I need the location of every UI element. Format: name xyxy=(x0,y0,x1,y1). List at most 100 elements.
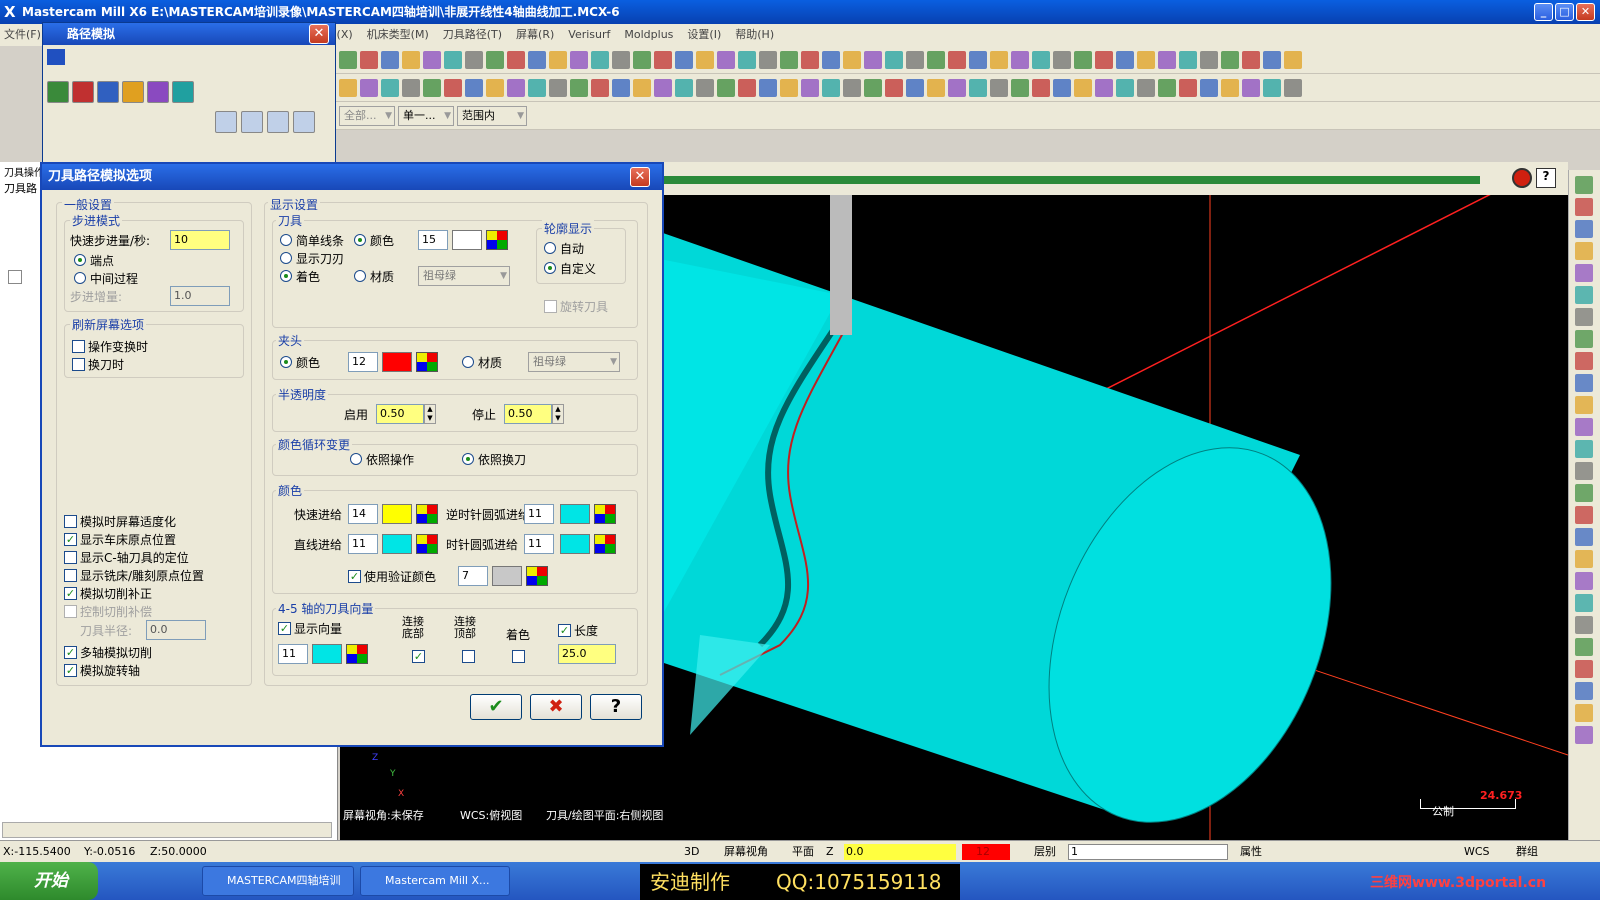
toolbar-2-tool-icon[interactable] xyxy=(1158,78,1176,97)
toolbar-1-tool-icon[interactable] xyxy=(843,50,861,69)
menu-item-13[interactable]: 帮助(H) xyxy=(735,28,774,41)
rapid-palette-icon[interactable] xyxy=(416,504,438,524)
conn-top-checkbox[interactable] xyxy=(462,650,475,663)
z-value-field[interactable]: 0.0 xyxy=(844,844,956,860)
toolbar-1-tool-icon[interactable] xyxy=(801,50,819,69)
right-tool-icon[interactable] xyxy=(1575,176,1593,194)
range-dropdown[interactable]: 范围内 xyxy=(457,105,527,126)
cw-color-swatch[interactable] xyxy=(560,534,590,554)
toolbar-1-tool-icon[interactable] xyxy=(1200,50,1218,69)
toolbar-2-tool-icon[interactable] xyxy=(696,78,714,97)
op-change-checkbox[interactable] xyxy=(72,340,85,353)
layer-field[interactable]: 1 xyxy=(1068,844,1228,860)
menu-item-0[interactable]: 文件(F) xyxy=(4,28,41,41)
show-vector-checkbox[interactable]: ✓ xyxy=(278,622,291,635)
toolbar-1-tool-icon[interactable] xyxy=(1095,50,1113,69)
sim-option-icon[interactable] xyxy=(72,81,94,103)
task-mastercam[interactable]: Mastercam Mill X... xyxy=(360,866,510,896)
toolbar-2-tool-icon[interactable] xyxy=(1095,78,1113,97)
toolbar-1-tool-icon[interactable] xyxy=(1179,50,1197,69)
toolbar-1-tool-icon[interactable] xyxy=(675,50,693,69)
toolpath-tab[interactable]: 刀具路 xyxy=(4,180,37,196)
length-checkbox[interactable]: ✓ xyxy=(558,624,571,637)
toolbar-1-tool-icon[interactable] xyxy=(633,50,651,69)
cancel-button[interactable]: ✖ xyxy=(530,694,582,720)
toolbar-1-tool-icon[interactable] xyxy=(927,50,945,69)
fit-screen-checkbox[interactable] xyxy=(64,515,77,528)
toolbar-2-tool-icon[interactable] xyxy=(885,78,903,97)
toolbar-1-tool-icon[interactable] xyxy=(780,50,798,69)
right-tool-icon[interactable] xyxy=(1575,198,1593,216)
verify-color-num[interactable]: 7 xyxy=(458,566,488,586)
toolbar-2-tool-icon[interactable] xyxy=(1221,78,1239,97)
cw-palette-icon[interactable] xyxy=(594,534,616,554)
select-single-dropdown[interactable]: 单一... xyxy=(398,105,454,126)
right-tool-icon[interactable] xyxy=(1575,220,1593,238)
vector-color-num[interactable]: 11 xyxy=(278,644,308,664)
toolbar-1-tool-icon[interactable] xyxy=(1263,50,1281,69)
right-tool-icon[interactable] xyxy=(1575,330,1593,348)
right-tool-icon[interactable] xyxy=(1575,638,1593,656)
toolbar-2-tool-icon[interactable] xyxy=(927,78,945,97)
toolbar-1-tool-icon[interactable] xyxy=(402,50,420,69)
toolbar-1-tool-icon[interactable] xyxy=(696,50,714,69)
toolbar-1-tool-icon[interactable] xyxy=(1011,50,1029,69)
toolbar-2-tool-icon[interactable] xyxy=(1074,78,1092,97)
sim-option-icon[interactable] xyxy=(122,81,144,103)
toolbar-1-tool-icon[interactable] xyxy=(1284,50,1302,69)
vector-color-swatch[interactable] xyxy=(312,644,342,664)
toolbar-2-tool-icon[interactable] xyxy=(549,78,567,97)
right-tool-icon[interactable] xyxy=(1575,242,1593,260)
toolbar-1-tool-icon[interactable] xyxy=(591,50,609,69)
menu-item-9[interactable]: 屏幕(R) xyxy=(516,28,554,41)
maximize-button[interactable]: □ xyxy=(1555,3,1574,21)
tool-color-num[interactable]: 15 xyxy=(418,230,448,250)
sim-option-icon[interactable] xyxy=(97,81,119,103)
group-button[interactable]: 群组 xyxy=(1516,841,1538,863)
right-tool-icon[interactable] xyxy=(1575,550,1593,568)
trans-enable-input[interactable]: 0.50 xyxy=(376,404,424,424)
vector-shaded-checkbox[interactable] xyxy=(512,650,525,663)
right-tool-icon[interactable] xyxy=(1575,308,1593,326)
toolbar-2-tool-icon[interactable] xyxy=(822,78,840,97)
right-tool-icon[interactable] xyxy=(1575,726,1593,744)
color-field[interactable]: 12 xyxy=(962,844,1010,860)
menu-item-10[interactable]: Verisurf xyxy=(568,28,610,41)
menu-item-11[interactable]: Moldplus xyxy=(624,28,673,41)
trans-stop-spinner[interactable]: ▲ ▼ xyxy=(552,404,564,424)
ccw-color-swatch[interactable] xyxy=(560,504,590,524)
toolbar-1-tool-icon[interactable] xyxy=(948,50,966,69)
toolbar-2-tool-icon[interactable] xyxy=(1263,78,1281,97)
linear-color-swatch[interactable] xyxy=(382,534,412,554)
toolbar-2-tool-icon[interactable] xyxy=(528,78,546,97)
select-all-dropdown[interactable]: 全部... xyxy=(339,105,395,126)
toolbar-1-tool-icon[interactable] xyxy=(1242,50,1260,69)
toolbar-2-tool-icon[interactable] xyxy=(360,78,378,97)
wcs-button[interactable]: WCS xyxy=(1464,841,1490,863)
path-sim-close-button[interactable]: ✕ xyxy=(309,24,329,44)
toolbar-2-tool-icon[interactable] xyxy=(864,78,882,97)
screen-view-button[interactable]: 屏幕视角 xyxy=(724,841,768,863)
step-inc-input[interactable]: 1.0 xyxy=(170,286,230,306)
toolbar-1-tool-icon[interactable] xyxy=(486,50,504,69)
tool-shaded-radio[interactable] xyxy=(280,270,292,282)
trans-stop-input[interactable]: 0.50 xyxy=(504,404,552,424)
left-panel-scrollbar[interactable] xyxy=(2,822,332,838)
ccw-palette-icon[interactable] xyxy=(594,504,616,524)
toolbar-2-tool-icon[interactable] xyxy=(402,78,420,97)
right-tool-icon[interactable] xyxy=(1575,396,1593,414)
toolbar-2-tool-icon[interactable] xyxy=(654,78,672,97)
right-tool-icon[interactable] xyxy=(1575,572,1593,590)
toolbar-2-tool-icon[interactable] xyxy=(570,78,588,97)
toolbar-1-tool-icon[interactable] xyxy=(906,50,924,69)
linear-palette-icon[interactable] xyxy=(416,534,438,554)
toolbar-1-tool-icon[interactable] xyxy=(990,50,1008,69)
sim-option-icon[interactable] xyxy=(147,81,169,103)
toolbar-2-tool-icon[interactable] xyxy=(381,78,399,97)
tool-palette-icon[interactable] xyxy=(486,230,508,250)
toolbar-2-tool-icon[interactable] xyxy=(906,78,924,97)
right-tool-icon[interactable] xyxy=(1575,264,1593,282)
toolbar-2-tool-icon[interactable] xyxy=(675,78,693,97)
right-tool-icon[interactable] xyxy=(1575,440,1593,458)
toolbar-1-tool-icon[interactable] xyxy=(381,50,399,69)
